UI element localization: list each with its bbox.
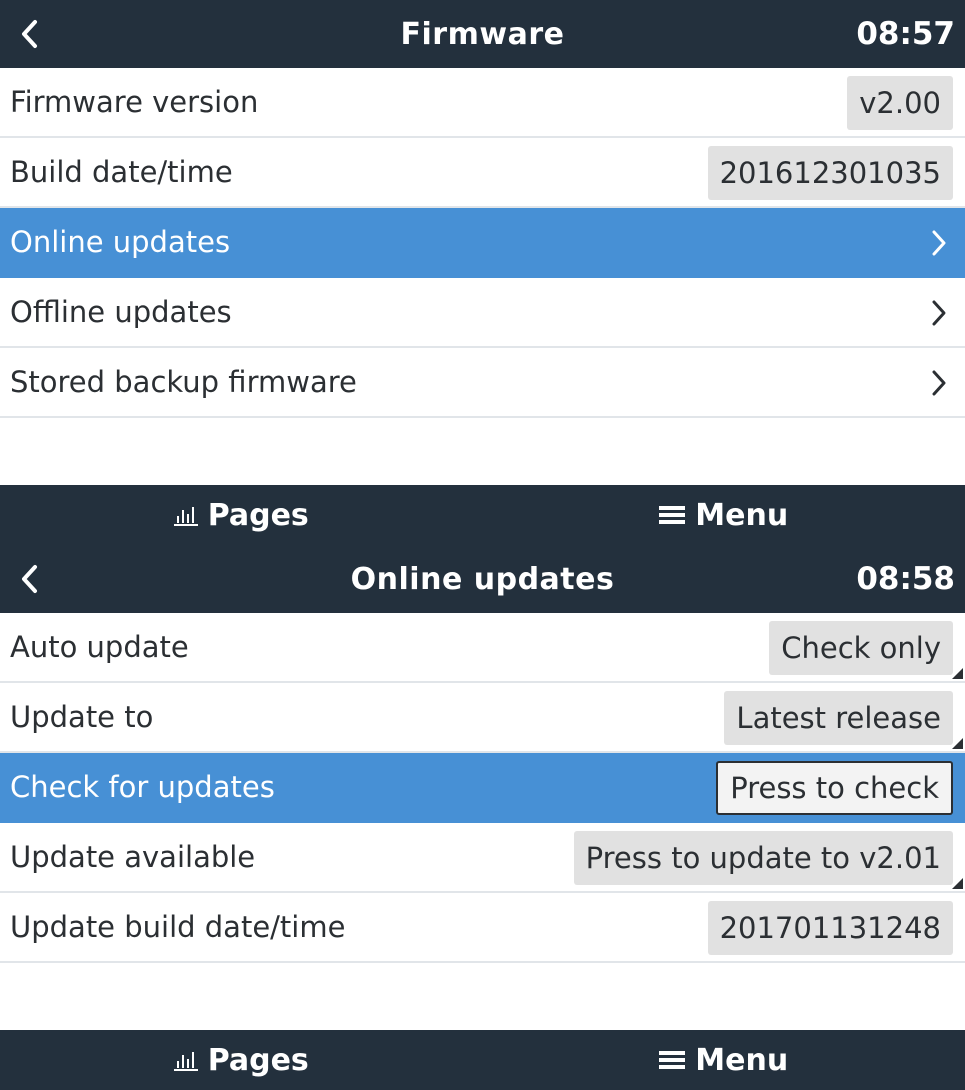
row-label: Firmware version [10, 85, 259, 119]
settings-list: Firmware version v2.00 Build date/time 2… [0, 68, 965, 418]
check-for-updates-row[interactable]: Check for updates Press to check [0, 753, 965, 823]
chevron-right-icon [931, 208, 947, 278]
build-date-value: 201612301035 [707, 146, 953, 200]
row-label: Stored backup firmware [10, 365, 357, 399]
dropdown-corner-icon [952, 668, 963, 679]
settings-list: Auto update Check only Update to Latest … [0, 613, 965, 963]
press-to-update-button[interactable]: Press to update to v2.01 [573, 831, 953, 885]
clock: 08:57 [856, 16, 955, 52]
auto-update-row[interactable]: Auto update Check only [0, 613, 965, 683]
update-to-select[interactable]: Latest release [724, 691, 953, 745]
online-updates-screen: Online updates 08:58 Auto update Check o… [0, 545, 965, 1090]
row-label: Update to [10, 700, 154, 734]
row-label: Check for updates [10, 770, 275, 804]
menu-button[interactable]: Menu [483, 485, 965, 545]
hamburger-menu-icon [659, 506, 686, 524]
update-available-row[interactable]: Update available Press to update to v2.0… [0, 823, 965, 893]
offline-updates-row[interactable]: Offline updates [0, 278, 965, 348]
page-title: Firmware [400, 16, 565, 52]
hamburger-menu-icon [659, 1051, 686, 1069]
menu-label: Menu [695, 1042, 789, 1078]
build-date-row[interactable]: Build date/time 201612301035 [0, 138, 965, 208]
header-bar: Firmware 08:57 [0, 0, 965, 68]
update-to-row[interactable]: Update to Latest release [0, 683, 965, 753]
update-build-date-row[interactable]: Update build date/time 201701131248 [0, 893, 965, 963]
update-build-date-value: 201701131248 [707, 901, 953, 955]
stored-backup-firmware-row[interactable]: Stored backup firmware [0, 348, 965, 418]
pages-button[interactable]: Pages [0, 1030, 483, 1090]
dropdown-corner-icon [952, 878, 963, 889]
header-bar: Online updates 08:58 [0, 545, 965, 613]
footer-bar: Pages Menu [0, 485, 965, 545]
firmware-version-row[interactable]: Firmware version v2.00 [0, 68, 965, 138]
online-updates-row[interactable]: Online updates [0, 208, 965, 278]
pages-label: Pages [207, 1042, 309, 1078]
chevron-right-icon [931, 348, 947, 418]
clock: 08:58 [856, 561, 955, 597]
pages-label: Pages [207, 497, 309, 533]
firmware-version-value: v2.00 [847, 76, 953, 130]
bar-chart-icon [173, 507, 198, 526]
bar-chart-icon [173, 1052, 198, 1071]
row-label: Offline updates [10, 295, 232, 329]
row-label: Auto update [10, 630, 189, 664]
auto-update-select[interactable]: Check only [769, 621, 953, 675]
row-label: Update build date/time [10, 910, 346, 944]
pages-button[interactable]: Pages [0, 485, 483, 545]
menu-label: Menu [695, 497, 789, 533]
row-label: Build date/time [10, 155, 233, 189]
dropdown-corner-icon [952, 738, 963, 749]
row-label: Online updates [10, 225, 231, 259]
press-to-check-button[interactable]: Press to check [716, 761, 953, 815]
footer-bar: Pages Menu [0, 1030, 965, 1090]
chevron-right-icon [931, 278, 947, 348]
menu-button[interactable]: Menu [483, 1030, 965, 1090]
page-title: Online updates [350, 561, 615, 597]
firmware-screen: Firmware 08:57 Firmware version v2.00 Bu… [0, 0, 965, 545]
row-label: Update available [10, 840, 256, 874]
